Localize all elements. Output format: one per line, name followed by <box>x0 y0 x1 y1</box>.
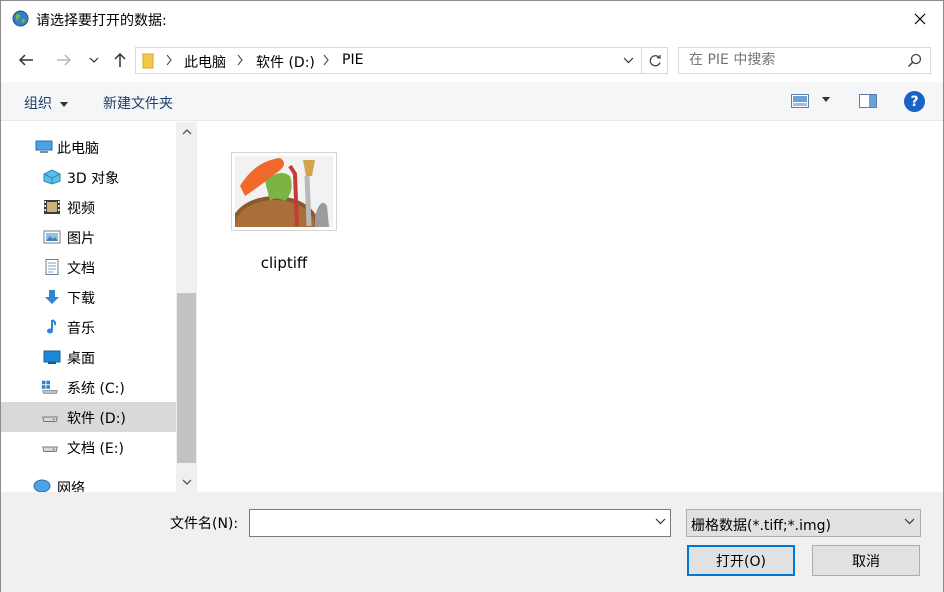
filename-combobox[interactable] <box>249 509 671 537</box>
scroll-down-button[interactable] <box>176 472 197 492</box>
filetype-value: 栅格数据(*.tiff;*.img) <box>691 518 831 534</box>
address-history-dropdown[interactable] <box>617 48 639 73</box>
dialog-footer: 文件名(N): 栅格数据(*.tiff;*.img) 打开(O) 取消 <box>1 492 943 592</box>
nav-scrollbar[interactable] <box>176 122 197 492</box>
refresh-icon <box>649 54 661 66</box>
network-icon <box>33 479 51 492</box>
file-item[interactable]: cliptiff <box>231 152 341 282</box>
chevron-down-icon <box>623 57 633 64</box>
search-icon <box>907 53 922 68</box>
preview-pane-icon[interactable] <box>859 94 877 108</box>
forward-button[interactable] <box>51 41 77 79</box>
nav-item-network[interactable]: 网络 <box>1 472 176 492</box>
new-folder-button[interactable]: 新建文件夹 <box>103 93 173 113</box>
chevron-right-icon <box>323 54 329 66</box>
search-input[interactable] <box>689 52 889 68</box>
chevron-down-icon <box>60 101 69 107</box>
cancel-button[interactable]: 取消 <box>812 545 920 576</box>
breadcrumb-pie[interactable]: PIE <box>342 52 363 68</box>
pictures-icon <box>43 230 61 244</box>
nav-item-drive-d[interactable]: 软件 (D:) <box>1 402 176 432</box>
folder-icon <box>142 53 154 69</box>
breadcrumb-drive-d[interactable]: 软件 (D:) <box>256 52 315 72</box>
title-bar: 请选择要打开的数据: <box>1 1 943 37</box>
desktop-icon <box>43 350 61 364</box>
nav-item-label: 软件 (D:) <box>67 411 126 427</box>
video-icon <box>44 200 60 214</box>
command-toolbar: 组织 新建文件夹 ? <box>1 82 943 121</box>
scroll-thumb[interactable] <box>177 293 196 463</box>
globe-icon <box>12 10 29 27</box>
nav-item-downloads[interactable]: 下载 <box>1 282 176 312</box>
search-box[interactable] <box>678 47 931 74</box>
chevron-down-icon <box>904 518 915 525</box>
arrow-left-icon <box>18 54 33 66</box>
nav-item-label: 音乐 <box>67 321 95 337</box>
nav-item-label: 3D 对象 <box>67 171 120 187</box>
navigation-bar: 此电脑 软件 (D:) PIE <box>1 41 943 79</box>
back-button[interactable] <box>13 41 39 79</box>
nav-item-label: 系统 (C:) <box>67 381 125 397</box>
music-icon <box>47 319 57 334</box>
windows-drive-icon <box>41 380 58 394</box>
view-options-dropdown-icon[interactable] <box>822 97 830 102</box>
computer-icon <box>35 140 53 153</box>
address-bar[interactable]: 此电脑 软件 (D:) PIE <box>135 47 668 74</box>
open-button[interactable]: 打开(O) <box>687 545 795 576</box>
filetype-select[interactable]: 栅格数据(*.tiff;*.img) <box>686 509 921 537</box>
nav-item-3d-objects[interactable]: 3D 对象 <box>1 162 176 192</box>
nav-item-videos[interactable]: 视频 <box>1 192 176 222</box>
organize-label: 组织 <box>24 96 52 112</box>
nav-item-label: 下载 <box>67 291 95 307</box>
scroll-up-button[interactable] <box>176 122 197 142</box>
file-list: cliptiff <box>198 122 943 492</box>
refresh-button[interactable] <box>641 48 667 73</box>
nav-item-label: 文档 (E:) <box>67 441 124 457</box>
breadcrumb-this-pc[interactable]: 此电脑 <box>184 52 226 72</box>
chevron-down-icon[interactable] <box>655 518 666 525</box>
nav-item-label: 文档 <box>67 261 95 277</box>
drive-icon <box>42 416 58 422</box>
nav-item-label: 图片 <box>67 231 95 247</box>
nav-item-label: 桌面 <box>67 351 95 367</box>
window-title: 请选择要打开的数据: <box>36 13 167 29</box>
chevron-down-icon <box>182 479 191 485</box>
chevron-right-icon <box>237 54 243 66</box>
chevron-up-icon <box>182 129 191 135</box>
close-icon <box>914 13 926 25</box>
nav-item-drive-c[interactable]: 系统 (C:) <box>1 372 176 402</box>
organize-menu-button[interactable]: 组织 <box>24 93 69 113</box>
drive-icon <box>42 446 58 452</box>
nav-item-documents[interactable]: 文档 <box>1 252 176 282</box>
close-button[interactable] <box>897 1 943 37</box>
nav-item-desktop[interactable]: 桌面 <box>1 342 176 372</box>
nav-item-label: 网络 <box>57 481 85 492</box>
nav-item-pictures[interactable]: 图片 <box>1 222 176 252</box>
help-button[interactable]: ? <box>904 91 925 112</box>
chevron-down-icon <box>89 57 99 63</box>
nav-item-music[interactable]: 音乐 <box>1 312 176 342</box>
3d-objects-icon <box>43 169 61 185</box>
up-button[interactable] <box>109 41 131 79</box>
arrow-up-icon <box>114 52 126 67</box>
change-view-icon[interactable] <box>791 94 809 108</box>
nav-item-label: 视频 <box>67 201 95 217</box>
filename-label: 文件名(N): <box>170 516 239 532</box>
nav-item-this-pc[interactable]: 此电脑 <box>1 132 176 162</box>
file-thumbnail <box>231 152 337 256</box>
arrow-right-icon <box>57 54 72 66</box>
paint-palette-thumbnail-icon <box>231 156 333 256</box>
navigation-pane: 此电脑 3D 对象 视频 图片 文档 下载 音乐 桌面 系统 (C:) 软件 (… <box>1 122 197 492</box>
documents-icon <box>45 259 59 275</box>
nav-item-drive-e[interactable]: 文档 (E:) <box>1 432 176 462</box>
nav-item-label: 此电脑 <box>57 141 99 157</box>
filename-input[interactable] <box>254 514 634 532</box>
file-name: cliptiff <box>260 254 308 272</box>
recent-locations-button[interactable] <box>85 41 103 79</box>
chevron-right-icon <box>166 54 172 66</box>
download-icon <box>45 290 59 304</box>
file-open-dialog: 请选择要打开的数据: 此电脑 软件 (D:) PIE 在 PIE 中搜索 组织 … <box>0 0 944 592</box>
